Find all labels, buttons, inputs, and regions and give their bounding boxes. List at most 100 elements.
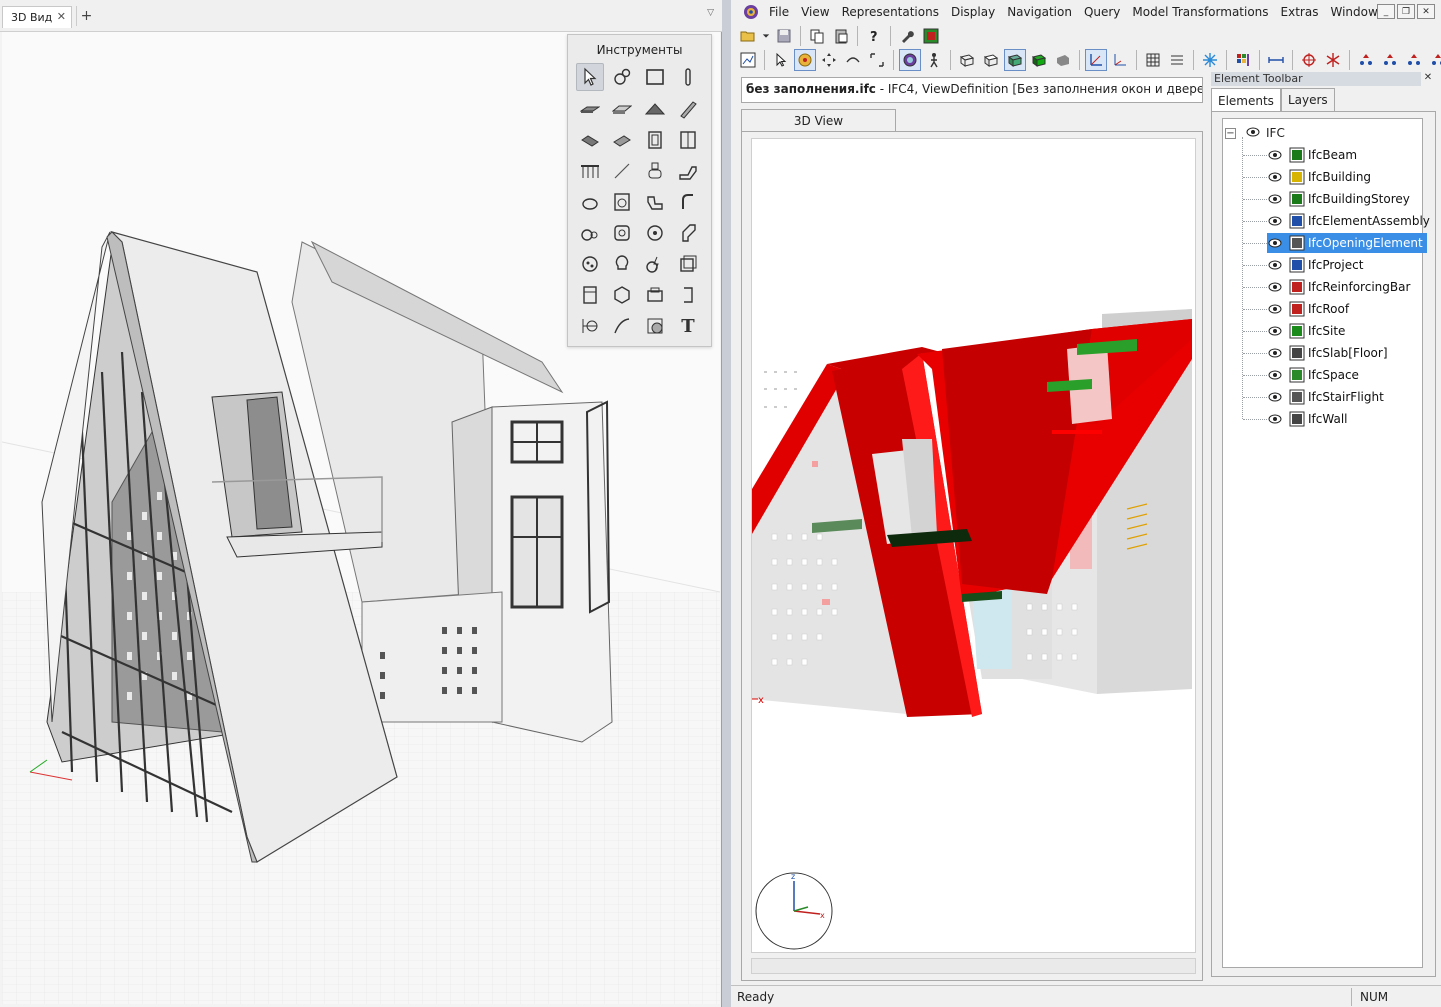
menu-model-transformations[interactable]: Model Transformations: [1126, 0, 1274, 23]
furniture-icon[interactable]: [641, 281, 669, 309]
horizontal-scrollbar[interactable]: [751, 958, 1196, 974]
lamp-icon[interactable]: [608, 250, 636, 278]
toilet-icon[interactable]: [641, 157, 669, 185]
tree-item-ifcopeningelement[interactable]: IfcOpeningElement: [1267, 233, 1427, 253]
sink-icon[interactable]: [576, 188, 604, 216]
tree-item-ifcbuildingstorey[interactable]: IfcBuildingStorey: [1267, 189, 1414, 209]
map-icon[interactable]: [920, 25, 942, 47]
wrench-icon[interactable]: [896, 25, 918, 47]
tree-item-ifcbeam[interactable]: IfcBeam: [1267, 145, 1361, 165]
eye-icon[interactable]: [1267, 150, 1283, 160]
chevron-down-icon[interactable]: [761, 25, 771, 47]
eye-icon[interactable]: [1267, 282, 1283, 292]
hidden-line-icon[interactable]: [980, 49, 1002, 71]
line-icon[interactable]: [608, 157, 636, 185]
elbow-icon[interactable]: [674, 219, 702, 247]
opening-icon[interactable]: [674, 281, 702, 309]
tree-item-ifcwall[interactable]: IfcWall: [1267, 409, 1351, 429]
rectangle-icon[interactable]: [641, 63, 669, 91]
tree-item-ifcstairflight[interactable]: IfcStairFlight: [1267, 387, 1388, 407]
eye-icon[interactable]: [1246, 126, 1260, 140]
grid-icon[interactable]: [1142, 49, 1164, 71]
slab-icon[interactable]: [576, 95, 604, 123]
chart-icon[interactable]: [737, 49, 759, 71]
close-button[interactable]: ✕: [1417, 4, 1435, 19]
paste-icon[interactable]: [830, 25, 852, 47]
colors-icon[interactable]: [1232, 49, 1254, 71]
dimension-icon[interactable]: [576, 312, 604, 340]
column-icon[interactable]: [674, 63, 702, 91]
axis-navigator[interactable]: z x: [755, 872, 833, 950]
axes-icon[interactable]: [1085, 49, 1107, 71]
edit-nodes-icon[interactable]: [608, 63, 636, 91]
window-icon[interactable]: [674, 126, 702, 154]
solid-icon[interactable]: [1052, 49, 1074, 71]
tree-item-ifcslab-floor-[interactable]: IfcSlab[Floor]: [1267, 343, 1392, 363]
walk-icon[interactable]: [923, 49, 945, 71]
select-icon[interactable]: [770, 49, 792, 71]
tree-item-ifcelementassembly[interactable]: IfcElementAssembly: [1267, 211, 1434, 231]
menu-view[interactable]: View: [795, 0, 835, 23]
view-right-icon[interactable]: [1427, 49, 1441, 71]
3d-viewport[interactable]: Инструменты T: [2, 32, 720, 1004]
walk-fit-icon[interactable]: [866, 49, 888, 71]
tree-item-ifcspace[interactable]: IfcSpace: [1267, 365, 1363, 385]
pan-icon[interactable]: [818, 49, 840, 71]
tree-item-ifcproject[interactable]: IfcProject: [1267, 255, 1367, 275]
menu-navigation[interactable]: Navigation: [1001, 0, 1078, 23]
minimize-button[interactable]: _: [1377, 4, 1395, 19]
tab-3d-view[interactable]: 3D View: [741, 109, 896, 132]
view-front-icon[interactable]: [1355, 49, 1377, 71]
panel-icon[interactable]: [674, 250, 702, 278]
eye-icon[interactable]: [1267, 194, 1283, 204]
fly-icon[interactable]: [842, 49, 864, 71]
pipe-icon[interactable]: [674, 188, 702, 216]
save-icon[interactable]: [773, 25, 795, 47]
menu-query[interactable]: Query: [1078, 0, 1126, 23]
tree-item-ifcsite[interactable]: IfcSite: [1267, 321, 1349, 341]
curve-icon[interactable]: [608, 312, 636, 340]
railing-icon[interactable]: [576, 157, 604, 185]
equipment-icon[interactable]: [576, 281, 604, 309]
view-left-icon[interactable]: [1403, 49, 1425, 71]
beam-icon[interactable]: [674, 95, 702, 123]
app-logo-icon[interactable]: [739, 0, 763, 23]
collapse-icon[interactable]: −: [1225, 127, 1236, 139]
tab-layers[interactable]: Layers: [1280, 88, 1335, 112]
eye-icon[interactable]: [1267, 326, 1283, 336]
copy-icon[interactable]: [806, 25, 828, 47]
menu-extras[interactable]: Extras: [1275, 0, 1325, 23]
shaded-icon[interactable]: [1004, 49, 1026, 71]
roof-icon[interactable]: [641, 95, 669, 123]
ramp-icon[interactable]: [608, 126, 636, 154]
tab-3d-view[interactable]: 3D Вид ✕: [2, 6, 72, 28]
floor-icon[interactable]: [608, 95, 636, 123]
menu-display[interactable]: Display: [945, 0, 1001, 23]
fan-icon[interactable]: [641, 219, 669, 247]
tree-item-ifcroof[interactable]: IfcRoof: [1267, 299, 1353, 319]
dimension-line-icon[interactable]: [1265, 49, 1287, 71]
light-icon[interactable]: [1199, 49, 1221, 71]
axes-alt-icon[interactable]: [1109, 49, 1131, 71]
eye-icon[interactable]: [1267, 172, 1283, 182]
eye-icon[interactable]: [1267, 260, 1283, 270]
fitting-icon[interactable]: [641, 188, 669, 216]
tree-item-ifcbuilding[interactable]: IfcBuilding: [1267, 167, 1375, 187]
eye-icon[interactable]: [1267, 414, 1283, 424]
crosshair-icon[interactable]: [1298, 49, 1320, 71]
select-arrow-icon[interactable]: [576, 63, 604, 91]
3d-canvas[interactable]: x z x: [751, 138, 1196, 953]
eye-icon[interactable]: [1267, 304, 1283, 314]
socket-icon[interactable]: [641, 250, 669, 278]
menu-file[interactable]: File: [763, 0, 795, 23]
shaded-edges-icon[interactable]: [1028, 49, 1050, 71]
add-tab-button[interactable]: +: [76, 6, 96, 26]
eye-icon[interactable]: [1267, 348, 1283, 358]
tab-elements[interactable]: Elements: [1211, 88, 1281, 113]
valve-icon[interactable]: [576, 219, 604, 247]
eye-icon[interactable]: [1267, 370, 1283, 380]
wireframe-icon[interactable]: [956, 49, 978, 71]
hatch-icon[interactable]: [641, 312, 669, 340]
close-icon[interactable]: ✕: [1421, 72, 1435, 86]
menu-representations[interactable]: Representations: [836, 0, 945, 23]
